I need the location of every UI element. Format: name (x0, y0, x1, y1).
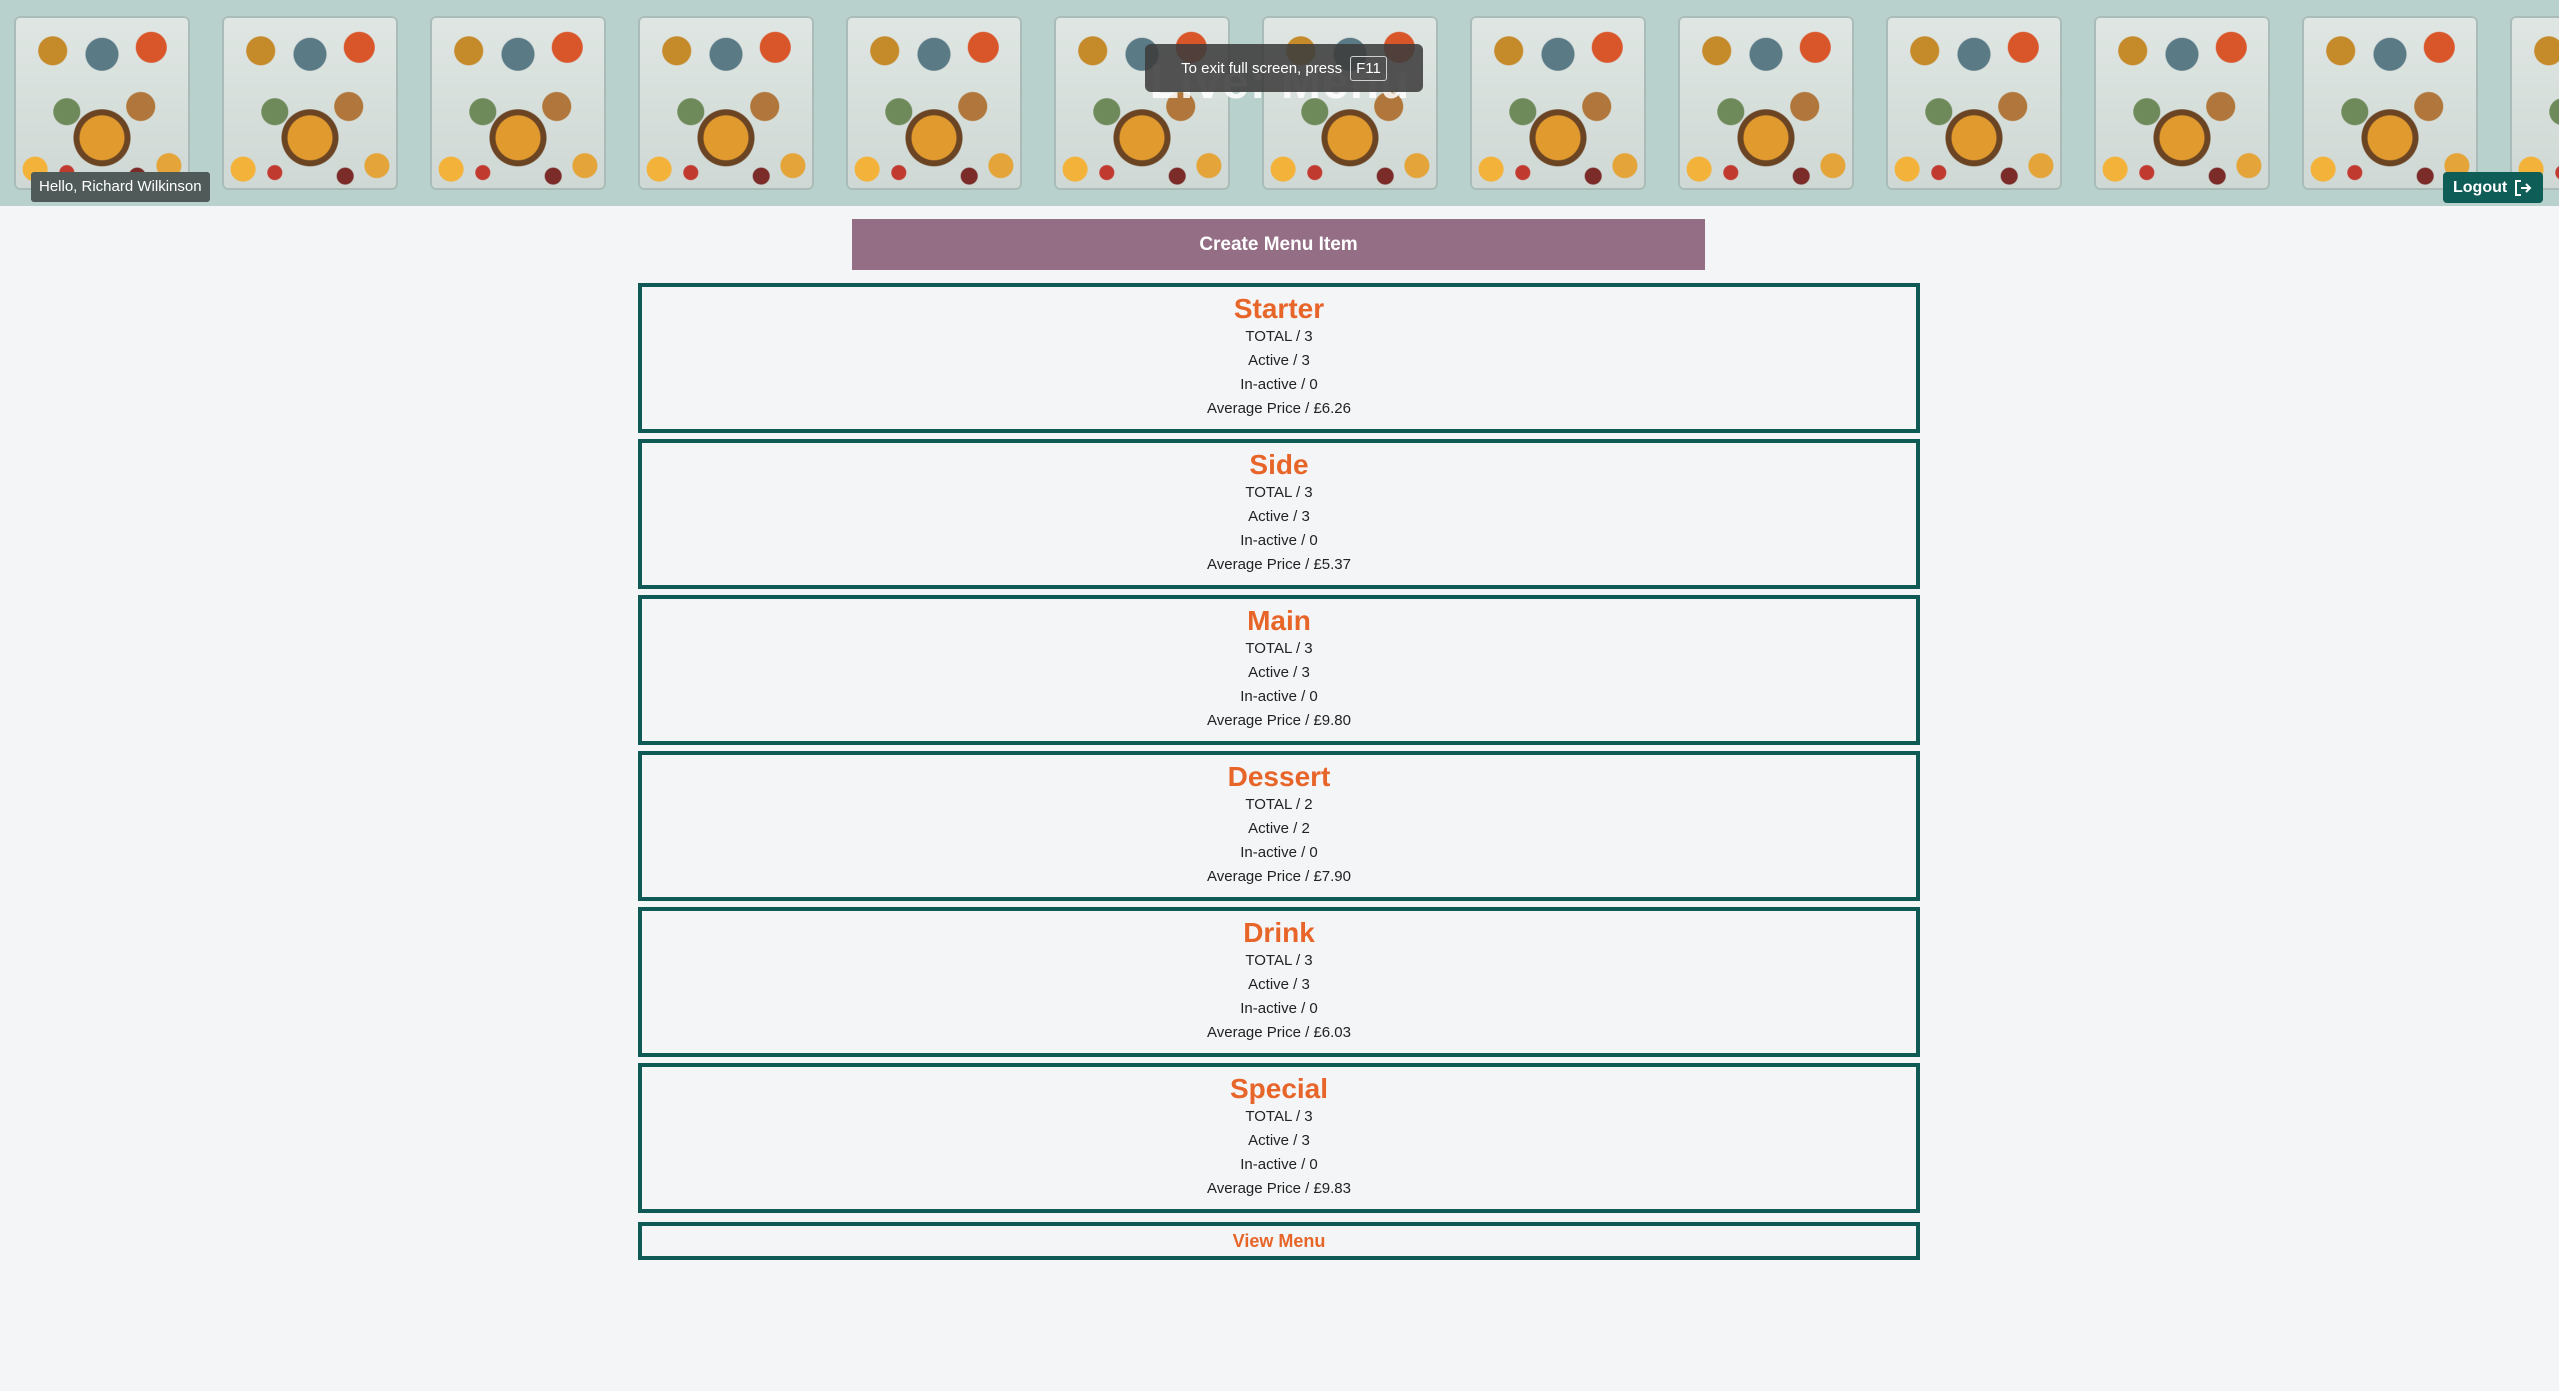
food-tile (2302, 16, 2478, 190)
category-title: Starter (1233, 293, 1325, 324)
food-tile (430, 16, 606, 190)
category-average-price: Average Price / £7.90 (1207, 868, 1351, 885)
category-active: Active / 3 (1248, 352, 1310, 369)
food-tile (1470, 16, 1646, 190)
category-inactive: In-active / 0 (1240, 532, 1318, 549)
logout-label: Logout (2453, 179, 2508, 196)
food-tile (846, 16, 1022, 190)
category-title: Special (1229, 1073, 1329, 1104)
create-menu-item-button[interactable]: Create Menu Item (852, 219, 1705, 270)
category-card-side[interactable]: Side TOTAL / 3 Active / 3 In-active / 0 … (638, 439, 1920, 589)
category-total: TOTAL / 3 (1245, 1108, 1313, 1125)
food-tile (638, 16, 814, 190)
category-card-starter[interactable]: Starter TOTAL / 3 Active / 3 In-active /… (638, 283, 1920, 433)
category-card-drink[interactable]: Drink TOTAL / 3 Active / 3 In-active / 0… (638, 907, 1920, 1057)
category-card-main[interactable]: Main TOTAL / 3 Active / 3 In-active / 0 … (638, 595, 1920, 745)
category-title: Main (1247, 605, 1311, 636)
category-total: TOTAL / 3 (1245, 952, 1313, 969)
category-total: TOTAL / 2 (1245, 796, 1313, 813)
category-title: Drink (1243, 917, 1315, 948)
food-tile (2094, 16, 2270, 190)
category-active: Active / 3 (1248, 1132, 1310, 1149)
category-inactive: In-active / 0 (1240, 844, 1318, 861)
user-greeting: Hello, Richard Wilkinson (31, 172, 210, 202)
fullscreen-key: F11 (1350, 55, 1387, 81)
fullscreen-notice: To exit full screen, press F11 (1145, 44, 1423, 92)
category-title: Side (1249, 449, 1309, 480)
category-active: Active / 3 (1248, 976, 1310, 993)
category-active: Active / 2 (1248, 820, 1310, 837)
category-total: TOTAL / 3 (1245, 640, 1313, 657)
food-tile (1886, 16, 2062, 190)
category-total: TOTAL / 3 (1245, 484, 1313, 501)
category-average-price: Average Price / £5.37 (1207, 556, 1351, 573)
category-inactive: In-active / 0 (1240, 376, 1318, 393)
category-inactive: In-active / 0 (1240, 688, 1318, 705)
logout-icon (2515, 179, 2532, 196)
category-card-special[interactable]: Special TOTAL / 3 Active / 3 In-active /… (638, 1063, 1920, 1213)
category-inactive: In-active / 0 (1240, 1156, 1318, 1173)
category-active: Active / 3 (1248, 508, 1310, 525)
category-average-price: Average Price / £6.03 (1207, 1024, 1351, 1041)
category-title: Dessert (1227, 761, 1331, 792)
food-tile (2510, 16, 2559, 190)
category-active: Active / 3 (1248, 664, 1310, 681)
category-inactive: In-active / 0 (1240, 1000, 1318, 1017)
food-tile (1678, 16, 1854, 190)
view-menu-button[interactable]: View Menu (638, 1222, 1920, 1260)
category-average-price: Average Price / £6.26 (1207, 400, 1351, 417)
category-average-price: Average Price / £9.83 (1207, 1180, 1351, 1197)
category-card-dessert[interactable]: Dessert TOTAL / 2 Active / 2 In-active /… (638, 751, 1920, 901)
food-tile (14, 16, 190, 190)
category-total: TOTAL / 3 (1245, 328, 1313, 345)
header-banner: Live: Menu To exit full screen, press F1… (0, 0, 2559, 206)
category-average-price: Average Price / £9.80 (1207, 712, 1351, 729)
food-tile (222, 16, 398, 190)
fullscreen-notice-text: To exit full screen, press (1181, 59, 1343, 77)
logout-button[interactable]: Logout (2443, 172, 2544, 203)
